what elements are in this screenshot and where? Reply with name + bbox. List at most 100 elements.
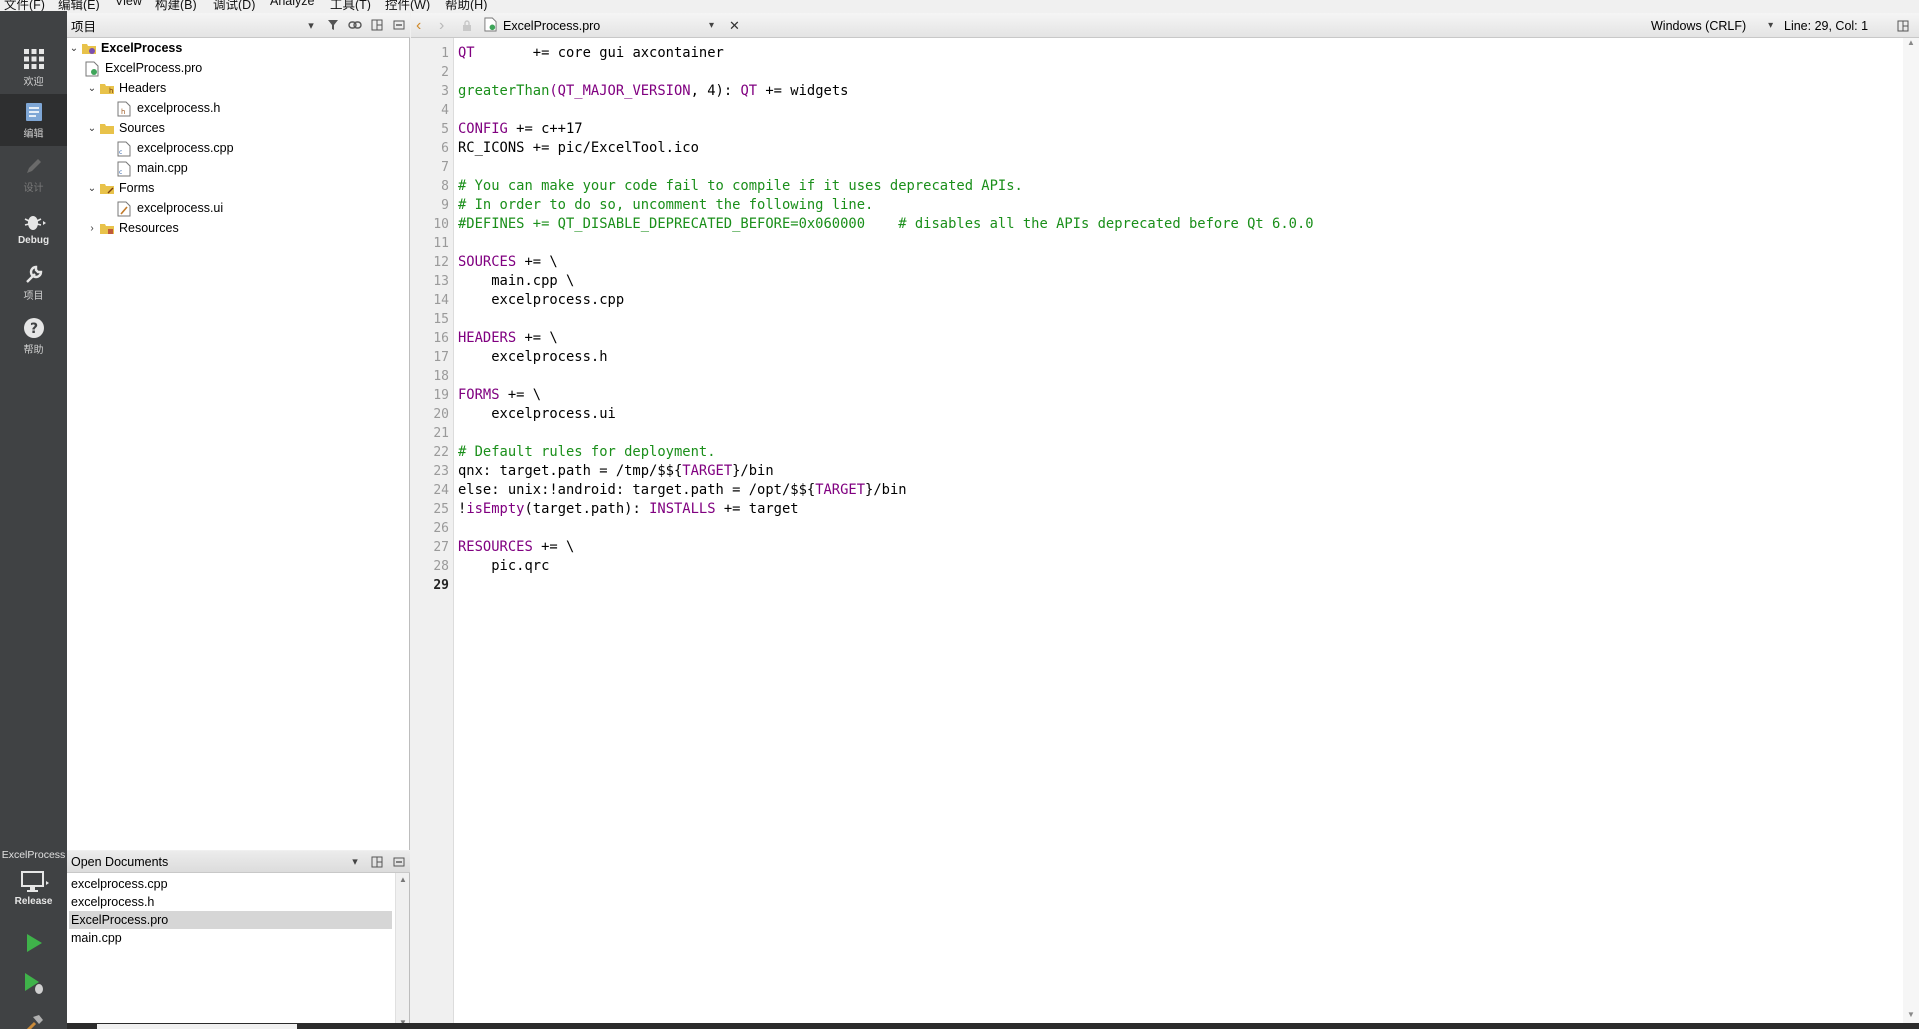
code-text: pic.qrc [458, 558, 550, 574]
code-line[interactable]: main.cpp \ [458, 272, 574, 291]
debug-run-button[interactable] [0, 964, 67, 1002]
chevron-down-icon[interactable]: ▾ [709, 20, 714, 31]
code-line[interactable]: # You can make your code fail to compile… [458, 177, 1023, 196]
menu-analyze[interactable]: Analyze [270, 0, 314, 8]
code-line[interactable]: excelprocess.cpp [458, 291, 624, 310]
tree-item-sources[interactable]: ⌄ Sources [67, 118, 410, 138]
filter-icon[interactable] [322, 16, 344, 35]
mode-design[interactable]: 设计 [0, 148, 67, 200]
svg-text:c: c [119, 169, 122, 176]
tree-item-file[interactable]: excelprocess.ui [67, 198, 410, 218]
mode-edit-label: 编辑 [23, 128, 44, 140]
tree-item-headers[interactable]: ⌄ h Headers [67, 78, 410, 98]
tree-item-label: Sources [119, 121, 165, 135]
build-button[interactable] [0, 1005, 67, 1029]
menu-file[interactable]: 文件(F) [4, 0, 45, 11]
open-document-item[interactable]: excelprocess.h [69, 893, 392, 911]
tree-item-pro-file[interactable]: ExcelProcess.pro [67, 58, 410, 78]
cursor-position[interactable]: Line: 29, Col: 1 [1784, 13, 1868, 38]
code-editor[interactable]: 1 2 3 4 5 6 7 8 9 10 11 12 13 14 15 16 17 18 19 20 21 22 23 24 2… [411, 38, 1919, 1029]
close-pane-icon[interactable] [388, 852, 410, 871]
close-document-icon[interactable]: ✕ [729, 13, 740, 38]
code-line[interactable]: else: unix:!android: target.path = /opt/… [458, 481, 907, 500]
tree-item-file[interactable]: h excelprocess.h [67, 98, 410, 118]
line-ending-selector[interactable]: Windows (CRLF) ▾ [1651, 13, 1773, 38]
code-keyword: INSTALLS [649, 501, 716, 517]
mode-welcome[interactable]: 欢迎 [0, 41, 67, 93]
scroll-up-icon[interactable]: ▲ [1907, 38, 1915, 47]
tree-item-project[interactable]: ⌄ ExcelProcess [67, 38, 410, 58]
code-line[interactable]: SOURCES += \ [458, 253, 558, 272]
line-number: 23 [433, 464, 449, 479]
open-documents-scrollbar[interactable]: ▲ ▼ [395, 873, 409, 1029]
mode-edit[interactable]: 编辑 [0, 94, 67, 146]
forward-arrow-icon[interactable]: › [439, 13, 444, 38]
lock-icon[interactable] [461, 13, 473, 38]
menu-view[interactable]: View [115, 0, 142, 8]
run-button[interactable] [0, 924, 67, 962]
code-line[interactable]: CONFIG += c++17 [458, 120, 583, 139]
code-line[interactable]: greaterThan(QT_MAJOR_VERSION, 4): QT += … [458, 82, 848, 101]
code-line[interactable]: HEADERS += \ [458, 329, 558, 348]
pro-file-icon [484, 17, 497, 35]
code-line[interactable]: #DEFINES += QT_DISABLE_DEPRECATED_BEFORE… [458, 215, 1314, 234]
mode-projects[interactable]: 项目 [0, 256, 67, 308]
folder-icon [99, 181, 114, 195]
tree-item-forms[interactable]: ⌄ Forms [67, 178, 410, 198]
chevron-down-icon[interactable]: ⌄ [67, 43, 81, 54]
document-selector[interactable]: ExcelProcess.pro ▾ [484, 13, 724, 38]
back-arrow-icon[interactable]: ‹ [416, 13, 421, 38]
project-pane-title[interactable]: 项目 [67, 16, 300, 35]
line-number: 13 [433, 274, 449, 289]
code-line[interactable]: qnx: target.path = /tmp/$${TARGET}/bin [458, 462, 774, 481]
code-line[interactable]: RC_ICONS += pic/ExcelTool.ico [458, 139, 699, 158]
code-line[interactable]: excelprocess.h [458, 348, 607, 367]
line-number: 24 [433, 483, 449, 498]
code-line[interactable]: FORMS += \ [458, 386, 541, 405]
split-icon[interactable] [366, 16, 388, 35]
open-document-item-selected[interactable]: ExcelProcess.pro [69, 911, 392, 929]
menu-help[interactable]: 帮助(H) [445, 0, 487, 11]
code-line[interactable]: pic.qrc [458, 557, 549, 576]
code-line[interactable]: !isEmpty(target.path): INSTALLS += targe… [458, 500, 799, 519]
split-editor-icon[interactable] [1897, 13, 1909, 38]
code-line[interactable]: excelprocess.ui [458, 405, 616, 424]
pencil-icon [26, 158, 41, 173]
tree-item-file[interactable]: c excelprocess.cpp [67, 138, 410, 158]
menu-widgets[interactable]: 控件(W) [385, 0, 430, 11]
code-line[interactable]: RESOURCES += \ [458, 538, 574, 557]
chevron-down-icon[interactable]: ▾ [300, 16, 322, 35]
line-number: 25 [433, 502, 449, 517]
kit-selector[interactable]: Release [0, 858, 67, 918]
open-document-item[interactable]: excelprocess.cpp [69, 875, 392, 893]
tree-item-resources[interactable]: › Resources [67, 218, 410, 238]
code-line[interactable]: QT += core gui axcontainer [458, 44, 724, 63]
chevron-right-icon[interactable]: › [85, 223, 99, 234]
scroll-down-icon[interactable]: ▼ [1907, 1010, 1915, 1019]
open-documents-list: excelprocess.cpp excelprocess.h ExcelPro… [67, 873, 410, 1029]
code-line[interactable]: # Default rules for deployment. [458, 443, 716, 462]
chevron-down-icon[interactable]: ⌄ [85, 83, 99, 94]
menu-debug[interactable]: 调试(D) [213, 0, 255, 11]
mode-debug[interactable]: Debug [0, 202, 67, 254]
scroll-up-icon[interactable]: ▲ [399, 875, 407, 884]
output-tab[interactable] [97, 1024, 297, 1029]
link-icon[interactable] [344, 16, 366, 35]
split-icon[interactable] [366, 852, 388, 871]
mode-help[interactable]: ? 帮助 [0, 310, 67, 362]
line-number: 1 [441, 46, 449, 61]
menu-tools[interactable]: 工具(T) [330, 0, 371, 11]
editor-scrollbar[interactable]: ▲ ▼ [1903, 38, 1919, 1029]
cpp-file-icon: c [117, 161, 131, 177]
chevron-down-icon[interactable]: ⌄ [85, 123, 99, 134]
open-documents-title[interactable]: Open Documents [67, 855, 344, 869]
svg-text:c: c [119, 149, 122, 156]
code-line[interactable]: # In order to do so, uncomment the follo… [458, 196, 873, 215]
close-pane-icon[interactable] [388, 16, 410, 35]
tree-item-file[interactable]: c main.cpp [67, 158, 410, 178]
open-document-item[interactable]: main.cpp [69, 929, 392, 947]
menu-edit[interactable]: 编辑(E) [58, 0, 100, 11]
menu-build[interactable]: 构建(B) [155, 0, 197, 11]
chevron-down-icon[interactable]: ⌄ [85, 183, 99, 194]
chevron-down-icon[interactable]: ▾ [344, 852, 366, 871]
